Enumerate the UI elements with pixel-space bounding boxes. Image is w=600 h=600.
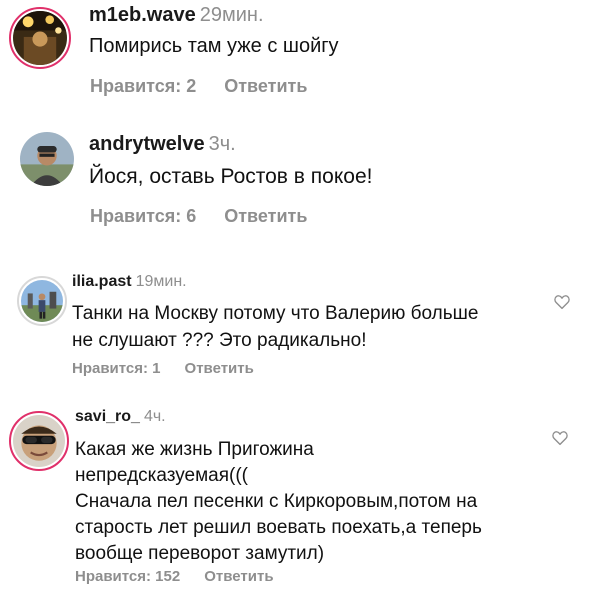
username[interactable]: ilia.past xyxy=(72,273,132,290)
comment-text-line: не слушают ??? Это радикально! xyxy=(72,330,367,351)
reply-button[interactable]: Ответить xyxy=(185,360,254,377)
likes-count[interactable]: Нравится: 6 xyxy=(90,206,196,227)
heart-outline-icon[interactable] xyxy=(551,429,569,447)
comment-actions: Нравится: 152 Ответить xyxy=(75,568,274,585)
avatar-image xyxy=(21,280,63,322)
avatar-image xyxy=(13,415,65,467)
reply-button[interactable]: Ответить xyxy=(224,76,307,97)
timestamp: 4ч. xyxy=(143,408,166,425)
avatar[interactable] xyxy=(9,7,71,69)
reply-button[interactable]: Ответить xyxy=(204,568,273,585)
comment-text-line: непредсказуемая((( xyxy=(75,465,248,486)
comment-header: m1eb.wave 29мин. xyxy=(89,4,264,27)
username[interactable]: m1eb.wave xyxy=(89,4,196,26)
avatar[interactable] xyxy=(9,411,69,471)
comment-text: Йося, оставь Ростов в покое! xyxy=(89,165,372,189)
comment-text: Помирись там уже с шойгу xyxy=(89,35,339,58)
likes-count[interactable]: Нравится: 152 xyxy=(75,568,180,585)
avatar-image xyxy=(13,11,67,65)
comment-actions: Нравится: 2 Ответить xyxy=(90,76,307,97)
timestamp: 3ч. xyxy=(208,133,236,155)
comment-text-line: Помирись там уже с шойгу xyxy=(89,35,339,57)
avatar[interactable] xyxy=(20,132,74,186)
username[interactable]: savi_ro_ xyxy=(75,408,140,425)
timestamp: 29мин. xyxy=(199,4,264,26)
likes-count[interactable]: Нравится: 2 xyxy=(90,76,196,97)
comment-text: Танки на Москву потому что Валерию больш… xyxy=(72,300,478,354)
comment-header: ilia.past 19мин. xyxy=(72,273,187,291)
comment-text-line: Танки на Москву потому что Валерию больш… xyxy=(72,303,479,324)
comment-text-line: Сначала пел песенки с Киркоровым,потом н… xyxy=(75,491,478,512)
likes-count[interactable]: Нравится: 1 xyxy=(72,360,161,377)
username[interactable]: andrytwelve xyxy=(89,133,205,155)
comment-text-line: Какая же жизнь Пригожина xyxy=(75,439,314,460)
comment-text: Какая же жизнь Пригожина непредсказуемая… xyxy=(75,437,482,567)
comment-text-line: старость лет решил воевать поехать,а теп… xyxy=(75,517,482,538)
comment-text-line: вообще переворот замутил) xyxy=(75,543,325,564)
comment-header: savi_ro_ 4ч. xyxy=(75,408,166,426)
comment-actions: Нравится: 6 Ответить xyxy=(90,206,307,227)
avatar-image xyxy=(20,132,74,186)
timestamp: 19мин. xyxy=(135,273,187,290)
reply-button[interactable]: Ответить xyxy=(224,206,307,227)
comment-actions: Нравится: 1 Ответить xyxy=(72,360,254,377)
comment-header: andrytwelve 3ч. xyxy=(89,133,236,156)
heart-outline-icon[interactable] xyxy=(553,293,571,311)
avatar[interactable] xyxy=(17,276,67,326)
comment-text-line: Йося, оставь Ростов в покое! xyxy=(89,165,373,188)
